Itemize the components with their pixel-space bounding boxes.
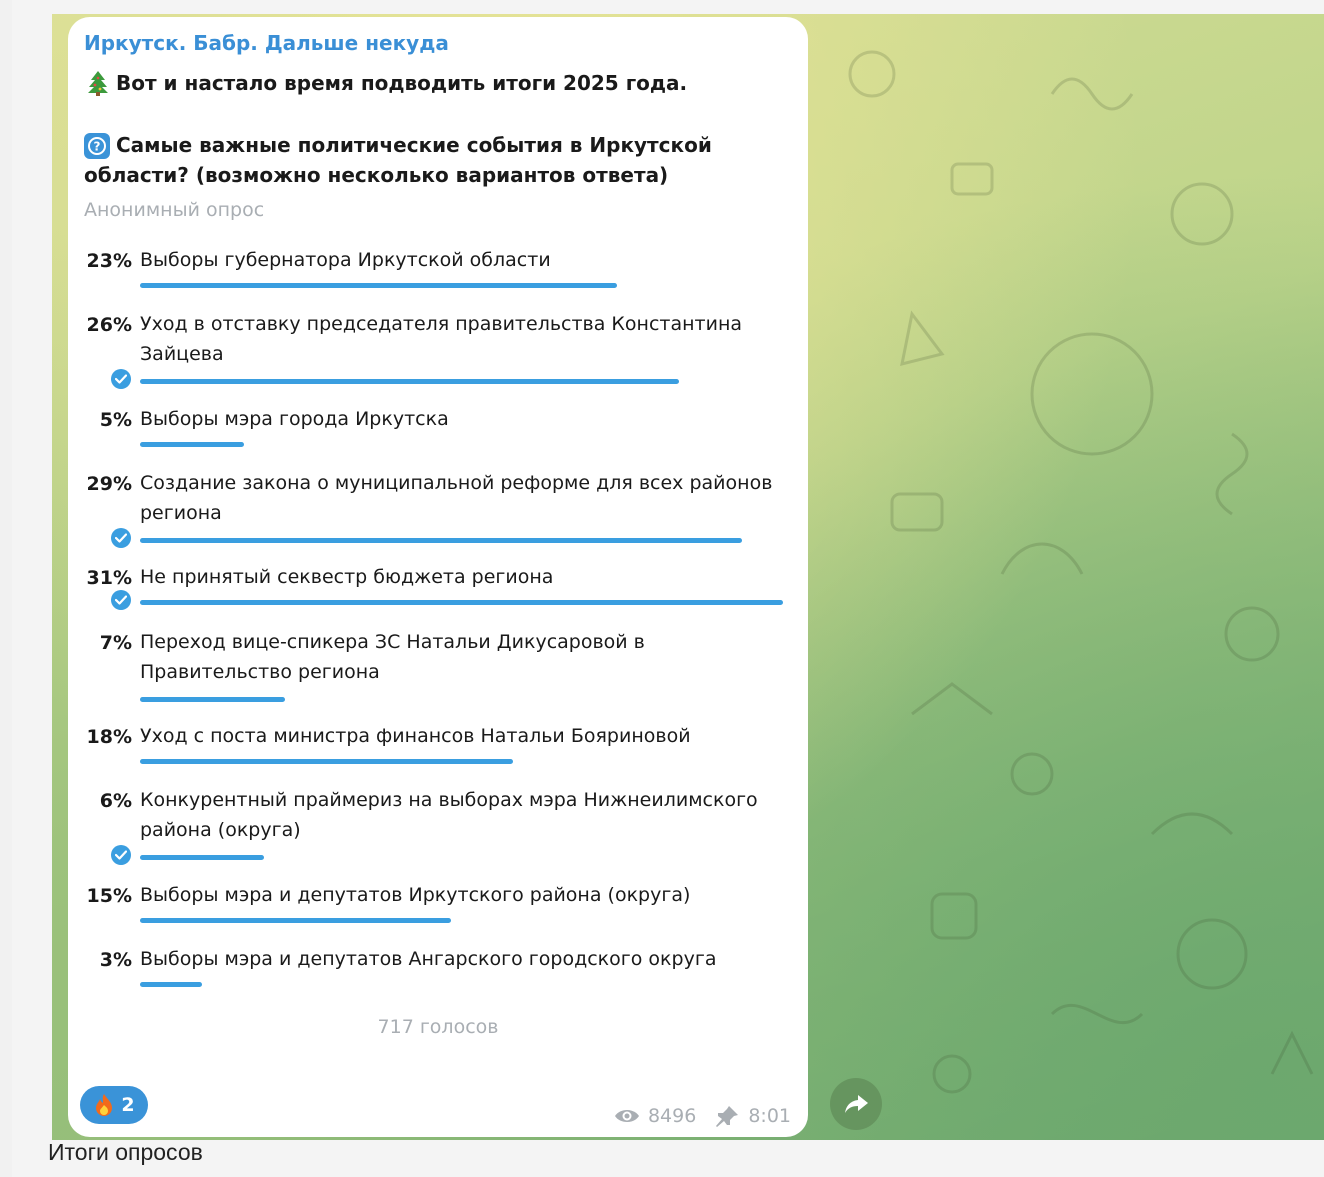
views-count: 8496 [647, 1105, 697, 1127]
option-bar [140, 538, 742, 543]
message-meta: 8496 8:01 [614, 1104, 791, 1128]
option-percent: 23% [86, 250, 132, 272]
option-text: Конкурентный праймериз на выборах мэра Н… [140, 789, 758, 841]
pin-icon [716, 1106, 739, 1127]
post-headline: Вот и настало время подводить итоги 2025… [86, 70, 687, 96]
forward-button[interactable] [830, 1078, 882, 1130]
option-percent: 7% [99, 632, 132, 654]
poll-question: ? Самые важные политические события в Ир… [84, 130, 724, 190]
image-caption: Итоги опросов [48, 1139, 203, 1165]
option-percent: 6% [99, 790, 132, 812]
option-percent: 26% [86, 314, 132, 336]
option-text: Выборы мэра и депутатов Иркутского район… [140, 884, 691, 906]
option-percent: 15% [86, 885, 132, 907]
option-bar [140, 283, 617, 288]
question-mark-icon: ? [84, 133, 110, 159]
option-percent: 31% [86, 567, 132, 589]
option-percent: 29% [86, 473, 132, 495]
reaction-count: 2 [121, 1094, 135, 1116]
option-bar [140, 697, 285, 702]
reaction-button[interactable]: 2 [80, 1086, 148, 1124]
vote-count[interactable]: 717 голосов [68, 1016, 808, 1038]
channel-name[interactable]: Иркутск. Бабр. Дальше некуда [84, 31, 449, 55]
option-percent: 3% [99, 949, 132, 971]
option-text: Уход в отставку председателя правительст… [140, 313, 743, 365]
option-text: Выборы мэра и депутатов Ангарского город… [140, 948, 717, 970]
check-icon [111, 845, 131, 865]
option-percent: 5% [99, 409, 132, 431]
question-text: Самые важные политические события в Ирку… [84, 133, 712, 187]
headline-text: Вот и настало время подводить итоги 2025… [116, 71, 688, 95]
option-text: Выборы мэра города Иркутска [140, 408, 449, 430]
check-icon [111, 369, 131, 389]
option-text: Выборы губернатора Иркутской области [140, 249, 551, 271]
christmas-tree-icon [88, 71, 108, 96]
poll-type-label: Анонимный опрос [84, 199, 265, 221]
option-bar [140, 442, 244, 447]
message-time: 8:01 [748, 1105, 791, 1127]
option-text: Переход вице-спикера ЗС Натальи Дикусаро… [140, 631, 645, 683]
option-bar [140, 759, 513, 764]
option-bar [140, 918, 451, 923]
check-icon [111, 528, 131, 548]
eye-icon [614, 1110, 639, 1122]
option-bar [140, 982, 202, 987]
option-bar [140, 379, 679, 384]
option-percent: 18% [86, 726, 132, 748]
fire-icon [96, 1094, 113, 1116]
share-arrow-icon [845, 1095, 868, 1113]
check-icon [111, 590, 131, 610]
option-bar [140, 600, 783, 605]
svg-text:?: ? [94, 140, 101, 154]
option-text: Создание закона о муниципальной реформе … [140, 472, 773, 524]
option-text: Уход с поста министра финансов Натальи Б… [140, 725, 691, 747]
option-bar [140, 855, 264, 860]
option-text: Не принятый секвестр бюджета региона [140, 566, 554, 588]
